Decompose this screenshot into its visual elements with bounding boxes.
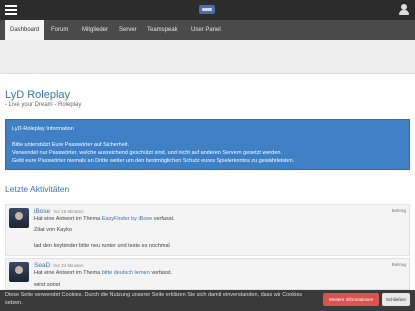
activity-item: iBose Vor 15 Minuten Hat eine Antwort im … [5, 204, 410, 256]
page-title: LyD Roleplay [5, 89, 71, 101]
page-subtitle: - Live your Dream - Roleplay [5, 102, 82, 108]
activity-user[interactable]: SeaD Vor 24 Minuten [34, 262, 84, 269]
info-line: Gebt eure Passwörter niemals an Dritte w… [12, 158, 295, 164]
site-logo[interactable] [199, 5, 215, 14]
nav-dashboard[interactable]: Dashboard [5, 20, 45, 40]
user-icon[interactable] [398, 4, 410, 16]
close-button[interactable]: Schließen [382, 293, 410, 306]
info-box: LyD-Roleplay Information Bitte unterstüt… [5, 119, 410, 170]
nav-mitglieder[interactable]: Mitglieder [77, 20, 113, 40]
activity-quote: Zitat von Kayko [34, 227, 72, 233]
info-line: Bitte unterstützt Eure Passwörter auf Si… [12, 142, 130, 148]
nav-teamspeak[interactable]: Teamspeak [142, 20, 183, 40]
sub-navigation-bar [0, 40, 415, 74]
cookie-text: Diese Seite verwendet Cookies. Durch die… [5, 292, 303, 306]
activity-item: SeaD Vor 24 Minuten Hat eine Antwort im T… [5, 258, 410, 290]
info-line: Verwendet nur Passwörter, welche ausreic… [12, 150, 282, 156]
hamburger-menu-icon[interactable] [5, 5, 17, 15]
activity-action: Hat eine Antwort im Thema EasyFinder by … [34, 216, 175, 222]
activity-text: lad den keybinder bitte neu runter und t… [34, 243, 170, 249]
top-bar [0, 0, 415, 20]
avatar[interactable] [9, 262, 29, 282]
avatar[interactable] [9, 208, 29, 228]
activity-time: Vor 15 Minuten [53, 209, 84, 214]
activity-time: Vor 24 Minuten [53, 263, 84, 268]
nav-server[interactable]: Server [114, 20, 142, 40]
activity-type-badge: Beitrag [391, 208, 406, 213]
nav-forum[interactable]: Forum [46, 20, 73, 40]
cookie-banner: Diese Seite verwendet Cookies. Durch die… [0, 290, 415, 311]
more-info-button[interactable]: Weitere Informationen [323, 293, 379, 306]
activity-user[interactable]: iBose Vor 15 Minuten [34, 208, 84, 215]
activity-type-badge: Beitrag [391, 262, 406, 267]
topic-link[interactable]: EasyFinder by iBose [102, 216, 152, 222]
recent-activity-title: Letzte Aktivitäten [5, 184, 70, 194]
activity-action: Hat eine Antwort im Thema bitte deutsch … [34, 270, 173, 276]
info-heading: LyD-Roleplay Information [12, 126, 74, 132]
main-navigation: Dashboard Forum Mitglieder Server Teamsp… [0, 20, 415, 40]
topic-link[interactable]: bitte deutsch lernen [102, 270, 150, 276]
activity-text: wirst sonst [34, 282, 60, 288]
nav-user-panel[interactable]: User Panel [186, 20, 226, 40]
